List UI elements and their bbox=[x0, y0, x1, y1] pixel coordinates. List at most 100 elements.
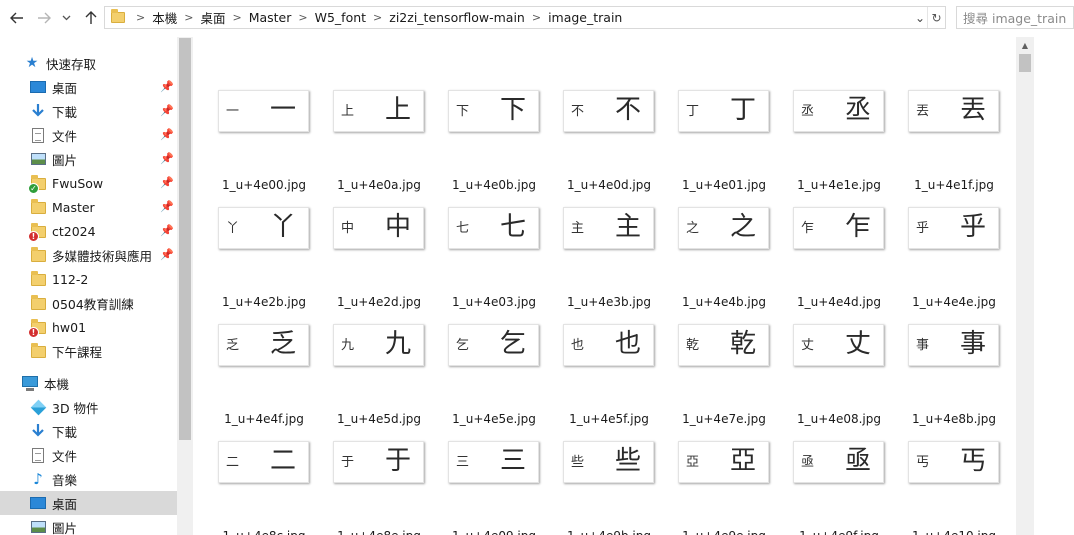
thumbnail-glyph-small: 中 bbox=[341, 221, 355, 236]
file-item[interactable]: 亟亟1_u+4e9f.jpg bbox=[789, 425, 907, 535]
sidebar-scrollbar-thumb[interactable] bbox=[179, 38, 191, 440]
file-item[interactable]: 不不 1_u+4e0d.jpg bbox=[559, 74, 677, 192]
file-item[interactable]: 丫丫 1_u+4e2b.jpg bbox=[214, 191, 332, 309]
file-item[interactable]: 丐丐1_u+4e10.jpg bbox=[904, 425, 1022, 535]
file-item[interactable]: 一一 1_u+4e00.jpg bbox=[214, 74, 332, 192]
file-thumbnail: 亟亟 bbox=[793, 441, 884, 483]
file-name: 1_u+4e5d.jpg bbox=[337, 412, 421, 426]
thumbnail-glyph-small: 事 bbox=[916, 338, 930, 353]
breadcrumb-image-train[interactable]: image_train bbox=[548, 10, 622, 25]
sidebar-item-圖片[interactable]: 圖片 📌 bbox=[0, 147, 177, 171]
breadcrumb-zi2zi[interactable]: zi2zi_tensorflow-main bbox=[389, 10, 525, 25]
recent-locations-button[interactable] bbox=[59, 7, 73, 29]
thumbnail-glyph-large: 二 bbox=[269, 446, 296, 476]
scroll-up-button[interactable]: ▲ bbox=[1016, 37, 1034, 53]
sidebar-item-music[interactable]: ♪ 音樂 bbox=[0, 467, 177, 491]
sidebar-scrollbar[interactable] bbox=[177, 37, 193, 535]
file-name: 1_u+4e01.jpg bbox=[682, 178, 766, 192]
file-item[interactable]: 也也 1_u+4e5f.jpg bbox=[559, 308, 677, 426]
sidebar-item-3d-objects[interactable]: 3D 物件 bbox=[0, 395, 177, 419]
pin-icon[interactable]: 📌 bbox=[160, 248, 174, 261]
search-input[interactable]: 搜尋 image_train bbox=[956, 6, 1074, 29]
sidebar-item-下午課程[interactable]: 下午課程 bbox=[0, 339, 177, 363]
folder-icon bbox=[30, 199, 46, 215]
file-item[interactable]: 丟丟 1_u+4e1f.jpg bbox=[904, 74, 1022, 192]
file-item[interactable]: 下下 1_u+4e0b.jpg bbox=[444, 74, 562, 192]
file-item[interactable]: 之之 1_u+4e4b.jpg bbox=[674, 191, 792, 309]
sidebar-item-0504教育訓練[interactable]: 0504教育訓練 bbox=[0, 291, 177, 315]
file-item[interactable]: 九九 1_u+4e5d.jpg bbox=[329, 308, 447, 426]
pin-icon[interactable]: 📌 bbox=[160, 80, 174, 93]
file-name: 1_u+4e9b.jpg bbox=[551, 529, 667, 535]
file-item[interactable]: 乞乞 1_u+4e5e.jpg bbox=[444, 308, 562, 426]
thumbnail-glyph-large: 丞 bbox=[844, 95, 871, 125]
document-icon bbox=[30, 127, 46, 143]
file-item[interactable]: 中中 1_u+4e2d.jpg bbox=[329, 191, 447, 309]
pin-icon[interactable]: 📌 bbox=[160, 200, 174, 213]
pin-icon[interactable]: 📌 bbox=[160, 128, 174, 141]
file-item[interactable]: 上上 1_u+4e0a.jpg bbox=[329, 74, 447, 192]
chevron-down-icon: ⌄ bbox=[914, 11, 926, 25]
refresh-button[interactable]: ↻ bbox=[927, 7, 945, 28]
thumbnail-glyph-small: 丐 bbox=[916, 455, 930, 470]
file-item[interactable]: 些些1_u+4e9b.jpg bbox=[559, 425, 677, 535]
sidebar-item-桌面[interactable]: 桌面 📌 bbox=[0, 75, 177, 99]
thumbnail-glyph-large: 丫 bbox=[269, 212, 296, 242]
sidebar-item-label: 0504教育訓練 bbox=[52, 296, 134, 312]
sidebar-item-pictures[interactable]: 圖片 bbox=[0, 515, 177, 535]
content-scrollbar-thumb[interactable] bbox=[1019, 54, 1031, 72]
up-button[interactable] bbox=[80, 7, 102, 29]
pin-icon[interactable]: 📌 bbox=[160, 224, 174, 237]
sidebar-item-label: ct2024 bbox=[52, 223, 96, 239]
file-item[interactable]: 于于1_u+4e8e.jpg bbox=[329, 425, 447, 535]
file-thumbnail: 也也 bbox=[563, 324, 654, 366]
sidebar-item-ct2024[interactable]: ! ct2024 📌 bbox=[0, 219, 177, 243]
sidebar-item-多媒體技術與應用[interactable]: 多媒體技術與應用 📌 bbox=[0, 243, 177, 267]
sidebar-item-this-pc[interactable]: 本機 bbox=[0, 371, 177, 395]
file-item[interactable]: 事事 1_u+4e8b.jpg bbox=[904, 308, 1022, 426]
thumbnail-glyph-large: 中 bbox=[384, 212, 411, 242]
file-item[interactable]: 七七 1_u+4e03.jpg bbox=[444, 191, 562, 309]
back-button[interactable] bbox=[6, 7, 28, 29]
sidebar-item-fwusow[interactable]: ✓ FwuSow 📌 bbox=[0, 171, 177, 195]
file-item[interactable]: 丞丞 1_u+4e1e.jpg bbox=[789, 74, 907, 192]
folder-icon: ✓ bbox=[28, 175, 46, 194]
sidebar-item-label: FwuSow bbox=[52, 175, 104, 191]
sidebar-item-hw01[interactable]: ! hw01 bbox=[0, 315, 177, 339]
file-item[interactable]: 丁丁 1_u+4e01.jpg bbox=[674, 74, 792, 192]
search-placeholder: 搜尋 image_train bbox=[963, 11, 1067, 26]
forward-button[interactable] bbox=[33, 7, 55, 29]
pin-icon[interactable]: 📌 bbox=[160, 104, 174, 117]
file-item[interactable]: 主主 1_u+4e3b.jpg bbox=[559, 191, 677, 309]
thumbnail-glyph-large: 丁 bbox=[729, 95, 756, 125]
breadcrumb-master[interactable]: Master bbox=[249, 10, 292, 25]
sidebar-item-master[interactable]: Master 📌 bbox=[0, 195, 177, 219]
file-item[interactable]: 丈丈 1_u+4e08.jpg bbox=[789, 308, 907, 426]
thumbnail-glyph-small: 不 bbox=[571, 104, 585, 119]
file-item[interactable]: 三三1_u+4e09.jpg bbox=[444, 425, 562, 535]
breadcrumb-w5-font[interactable]: W5_font bbox=[315, 10, 366, 25]
file-item[interactable]: 乾乾 1_u+4e7e.jpg bbox=[674, 308, 792, 426]
content-scrollbar[interactable]: ▲ bbox=[1016, 37, 1034, 535]
refresh-icon: ↻ bbox=[931, 10, 942, 25]
sidebar-item-download[interactable]: 下載 bbox=[0, 419, 177, 443]
sidebar-item-desktop[interactable]: 桌面 bbox=[0, 491, 177, 515]
file-thumbnail: 一一 bbox=[218, 90, 309, 132]
address-dropdown-button[interactable]: ⌄ bbox=[913, 10, 927, 26]
sidebar-item-document[interactable]: 文件 bbox=[0, 443, 177, 467]
breadcrumb-this-pc[interactable]: 本機 bbox=[152, 8, 177, 27]
file-item[interactable]: 亞亞1_u+4e9e.jpg bbox=[674, 425, 792, 535]
file-item[interactable]: 乎乎 1_u+4e4e.jpg bbox=[904, 191, 1022, 309]
sidebar-item-112-2[interactable]: 112-2 bbox=[0, 267, 177, 291]
pin-icon[interactable]: 📌 bbox=[160, 176, 174, 189]
file-item[interactable]: 乏乏 1_u+4e4f.jpg bbox=[214, 308, 332, 426]
file-item[interactable]: 二二1_u+4e8c.jpg bbox=[214, 425, 332, 535]
file-item[interactable]: 乍乍 1_u+4e4d.jpg bbox=[789, 191, 907, 309]
sidebar-item-文件[interactable]: 文件 📌 bbox=[0, 123, 177, 147]
breadcrumb-desktop[interactable]: 桌面 bbox=[200, 8, 225, 27]
sidebar-item-quick-access[interactable]: ★ 快速存取 bbox=[0, 51, 177, 75]
file-thumbnail: 丫丫 bbox=[218, 207, 309, 249]
pin-icon[interactable]: 📌 bbox=[160, 152, 174, 165]
sidebar-item-下載[interactable]: 下載 📌 bbox=[0, 99, 177, 123]
address-bar[interactable]: > 本機 > 桌面 > Master > W5_font > zi2zi_ten… bbox=[104, 6, 946, 29]
